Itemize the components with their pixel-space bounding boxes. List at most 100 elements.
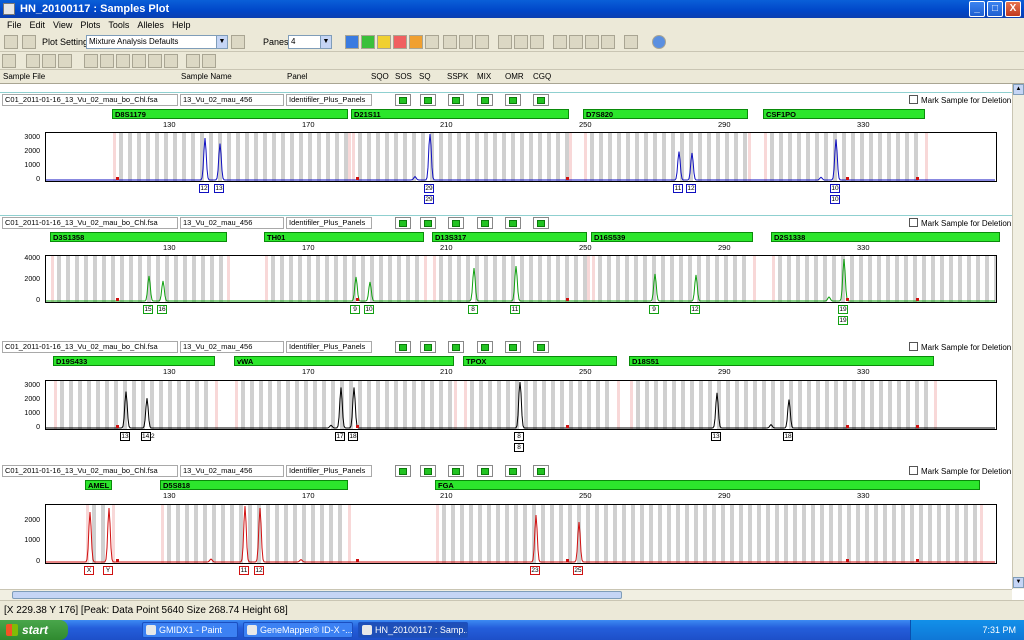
col-cgq[interactable]: CGQ bbox=[533, 72, 551, 81]
minimize-button[interactable]: _ bbox=[969, 1, 985, 17]
quality-flag[interactable] bbox=[533, 341, 549, 353]
allele-label[interactable]: 13 bbox=[214, 184, 224, 193]
menu-plots[interactable]: Plots bbox=[76, 18, 104, 32]
bins-icon[interactable] bbox=[84, 54, 98, 68]
menu-tools[interactable]: Tools bbox=[104, 18, 133, 32]
quality-flag[interactable] bbox=[505, 465, 521, 477]
quality-flag[interactable] bbox=[395, 341, 411, 353]
allele-label-2[interactable]: 19 bbox=[838, 316, 848, 325]
allele-label[interactable]: X bbox=[84, 566, 94, 575]
mark-for-deletion[interactable]: Mark Sample for Deletion bbox=[909, 466, 1011, 477]
col-omr[interactable]: OMR bbox=[505, 72, 524, 81]
locus-bar[interactable]: D13S317 bbox=[432, 232, 587, 242]
zoom-fit-icon[interactable] bbox=[2, 54, 16, 68]
quality-flag[interactable] bbox=[477, 341, 493, 353]
locus-bar[interactable]: CSF1PO bbox=[763, 109, 925, 119]
locus-bar[interactable]: D8S1179 bbox=[112, 109, 348, 119]
help-icon[interactable] bbox=[652, 35, 666, 49]
print-icon[interactable] bbox=[4, 35, 18, 49]
sizing-table-icon[interactable] bbox=[585, 35, 599, 49]
locus-bar[interactable]: AMEL bbox=[85, 480, 112, 490]
table-view-icon[interactable] bbox=[569, 35, 583, 49]
locus-bar[interactable]: D21S11 bbox=[351, 109, 569, 119]
plot-setting-select[interactable]: Mixture Analysis Defaults ▼ bbox=[86, 35, 228, 49]
col-sq[interactable]: SQ bbox=[419, 72, 431, 81]
quality-flag[interactable] bbox=[395, 217, 411, 229]
col-panel[interactable]: Panel bbox=[287, 72, 307, 81]
locus-bar[interactable]: TH01 bbox=[264, 232, 424, 242]
mark-checkbox[interactable] bbox=[909, 342, 918, 351]
quality-flag[interactable] bbox=[533, 465, 549, 477]
zoom-full-icon[interactable] bbox=[58, 54, 72, 68]
allele-label[interactable]: 14.2 bbox=[141, 432, 155, 441]
peak-view-2-icon[interactable] bbox=[514, 35, 528, 49]
allele-label[interactable]: 9 bbox=[649, 305, 659, 314]
allele-label-2[interactable]: 10 bbox=[830, 195, 840, 204]
quality-flag[interactable] bbox=[477, 94, 493, 106]
col-sspk[interactable]: SSPK bbox=[447, 72, 468, 81]
blue-dye-icon[interactable] bbox=[345, 35, 359, 49]
allele-label[interactable]: 15 bbox=[143, 305, 153, 314]
grid-view-icon[interactable] bbox=[553, 35, 567, 49]
allele-label[interactable]: 11 bbox=[239, 566, 249, 575]
scroll-down-icon[interactable]: ▼ bbox=[1013, 577, 1024, 588]
mark-for-deletion[interactable]: Mark Sample for Deletion bbox=[909, 95, 1011, 106]
report-icon[interactable] bbox=[601, 35, 615, 49]
quality-flag[interactable] bbox=[533, 94, 549, 106]
col-sos[interactable]: SOS bbox=[395, 72, 412, 81]
quality-flag[interactable] bbox=[505, 341, 521, 353]
allele-label[interactable]: 13 bbox=[120, 432, 130, 441]
table-settings-icon[interactable] bbox=[231, 35, 245, 49]
mark-for-deletion[interactable]: Mark Sample for Deletion bbox=[909, 342, 1011, 353]
col-sample-file[interactable]: Sample File bbox=[3, 72, 45, 81]
green-dye-icon[interactable] bbox=[361, 35, 375, 49]
task-paint[interactable]: GMIDX1 - Paint bbox=[142, 622, 238, 638]
view-mode-1-icon[interactable] bbox=[443, 35, 457, 49]
start-button[interactable]: start bbox=[0, 620, 68, 640]
allele-label[interactable]: 12 bbox=[199, 184, 209, 193]
mark-for-deletion[interactable]: Mark Sample for Deletion bbox=[909, 218, 1011, 229]
allele-label[interactable]: 16 bbox=[157, 305, 167, 314]
menu-view[interactable]: View bbox=[49, 18, 76, 32]
quality-flag[interactable] bbox=[477, 465, 493, 477]
quality-flag[interactable] bbox=[420, 217, 436, 229]
menu-help[interactable]: Help bbox=[168, 18, 195, 32]
zoom-out-icon[interactable] bbox=[42, 54, 56, 68]
task-samples-plot[interactable]: HN_20100117 : Samp... bbox=[358, 622, 468, 638]
maximize-button[interactable]: □ bbox=[987, 1, 1003, 17]
mark-checkbox[interactable] bbox=[909, 95, 918, 104]
view-mode-2-icon[interactable] bbox=[459, 35, 473, 49]
scroll-thumb[interactable] bbox=[12, 591, 622, 599]
allele-label[interactable]: 11 bbox=[510, 305, 520, 314]
task-genemapper[interactable]: GeneMapper® ID-X -... bbox=[243, 622, 353, 638]
electropherogram[interactable] bbox=[45, 132, 997, 182]
quality-flag[interactable] bbox=[420, 341, 436, 353]
allele-label[interactable]: 17 bbox=[335, 432, 345, 441]
allele-label[interactable]: 10 bbox=[364, 305, 374, 314]
locus-bar[interactable]: D16S539 bbox=[591, 232, 753, 242]
allele-label-2[interactable]: 29 bbox=[424, 195, 434, 204]
electropherogram[interactable] bbox=[45, 380, 997, 430]
allele-label[interactable]: 19 bbox=[838, 305, 848, 314]
locus-bar[interactable]: FGA bbox=[435, 480, 980, 490]
close-button[interactable]: X bbox=[1005, 1, 1021, 17]
menu-edit[interactable]: Edit bbox=[26, 18, 50, 32]
view-mode-3-icon[interactable] bbox=[475, 35, 489, 49]
allele-label[interactable]: 8 bbox=[514, 432, 524, 441]
allele-label[interactable]: 12 bbox=[690, 305, 700, 314]
quality-flag[interactable] bbox=[420, 94, 436, 106]
all-dyes-icon[interactable] bbox=[425, 35, 439, 49]
allele-label[interactable]: 18 bbox=[348, 432, 358, 441]
marker-labels-icon[interactable] bbox=[132, 54, 146, 68]
locus-bar[interactable]: D18S51 bbox=[629, 356, 934, 366]
locus-bar[interactable]: D3S1358 bbox=[50, 232, 227, 242]
quality-flag[interactable] bbox=[477, 217, 493, 229]
allele-label[interactable]: 8 bbox=[468, 305, 478, 314]
quality-flag[interactable] bbox=[448, 217, 464, 229]
quality-flag[interactable] bbox=[395, 465, 411, 477]
allele-label-2[interactable]: 8 bbox=[514, 443, 524, 452]
allele-label[interactable]: 25 bbox=[573, 566, 583, 575]
allele-label[interactable]: 9 bbox=[350, 305, 360, 314]
zoom-in-icon[interactable] bbox=[26, 54, 40, 68]
col-sqo[interactable]: SQO bbox=[371, 72, 389, 81]
